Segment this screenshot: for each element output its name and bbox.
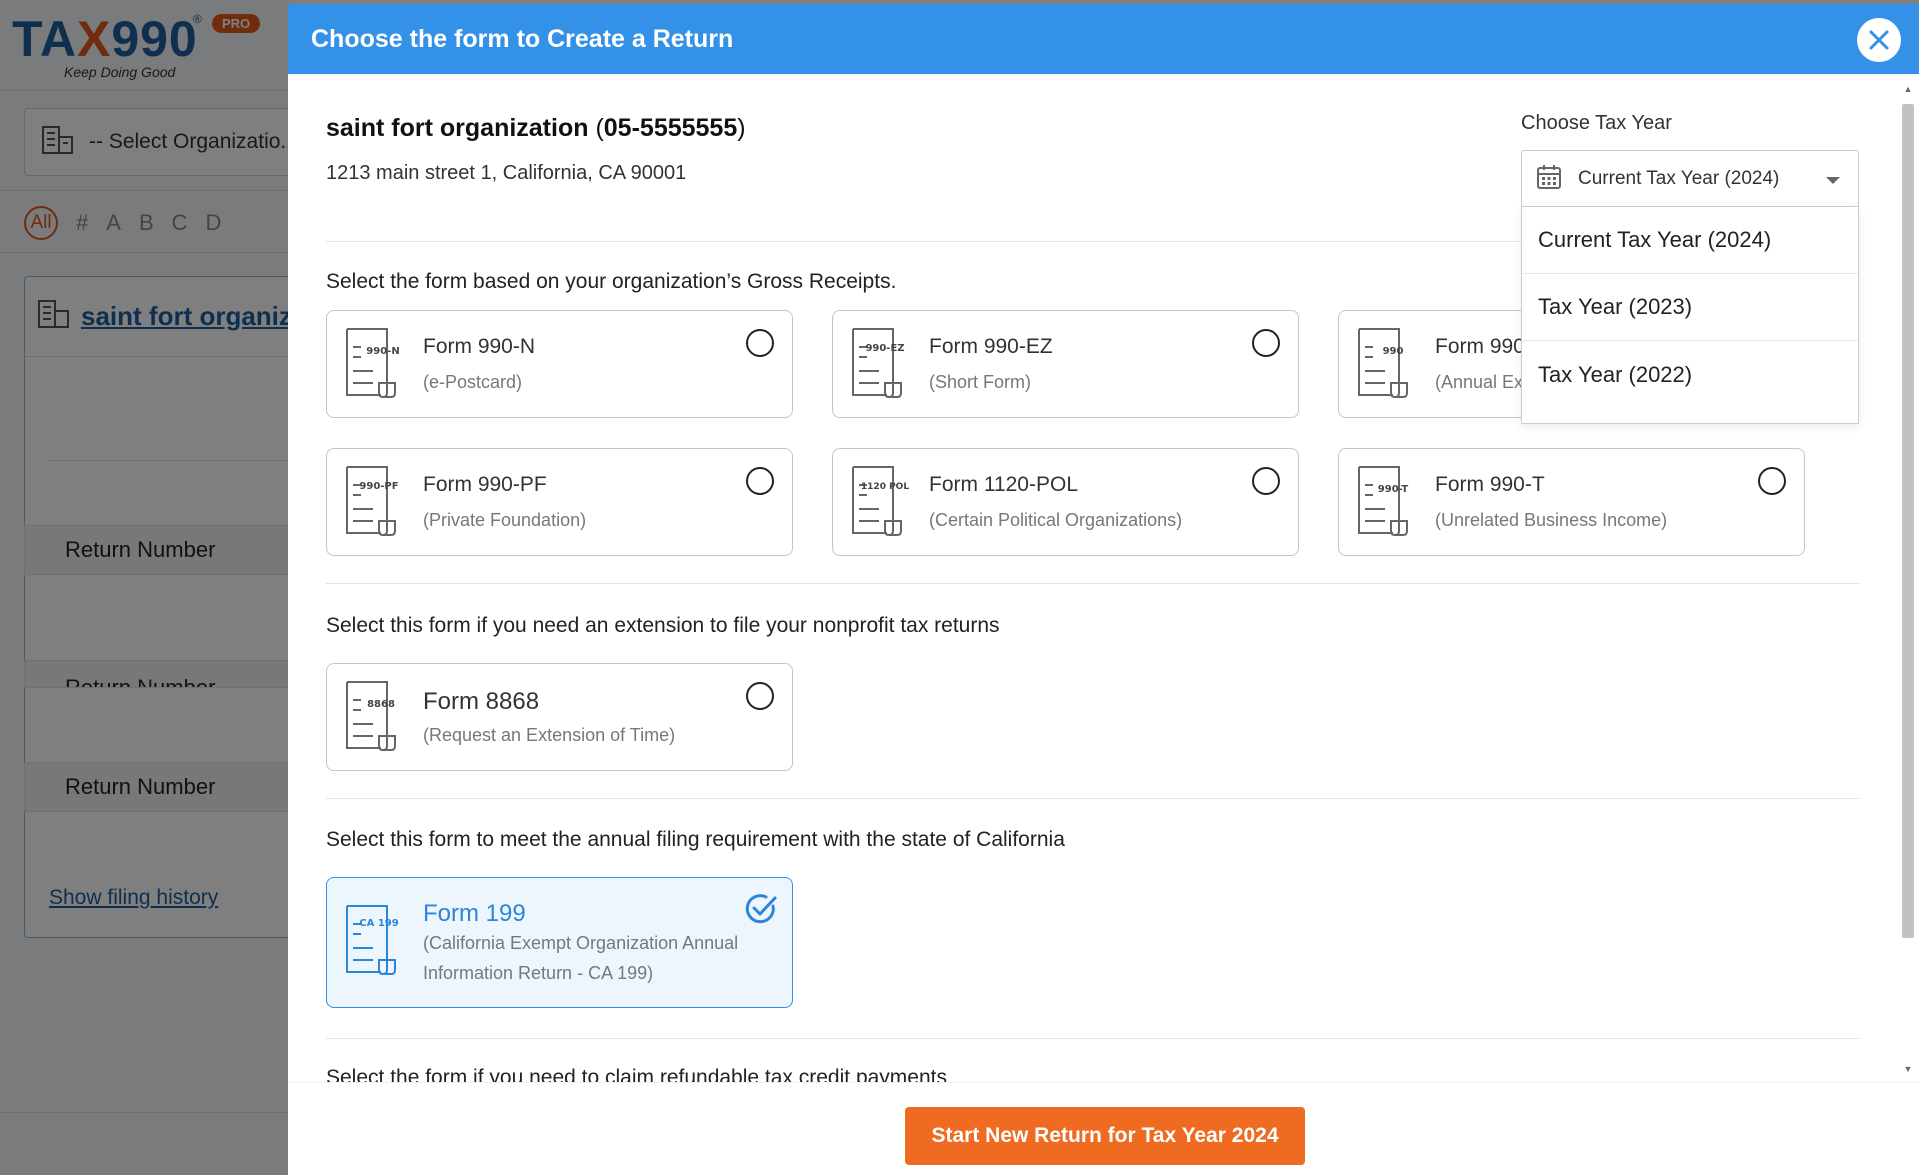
section-title-extension: Select this form if you need an extensio… (326, 614, 1000, 637)
calendar-icon (1536, 164, 1562, 195)
form-radio[interactable] (746, 467, 774, 495)
form-card-990t[interactable]: 990-T Form 990-T (Unrelated Business Inc… (1338, 448, 1805, 556)
svg-text:990-N: 990-N (366, 346, 399, 357)
choose-form-modal: Choose the form to Create a Return saint… (288, 4, 1919, 1175)
modal-title: Choose the form to Create a Return (311, 24, 734, 53)
form-description: (Request an Extension of Time) (423, 725, 676, 745)
modal-footer: Start New Return for Tax Year 2024 (288, 1082, 1919, 1175)
svg-text:990-PF: 990-PF (359, 481, 398, 492)
organization-address: 1213 main street 1, California, CA 90001 (326, 162, 687, 184)
close-button[interactable] (1857, 18, 1901, 62)
form-card-990ez[interactable]: 990-EZ Form 990-EZ (Short Form) (832, 310, 1299, 418)
close-icon (1869, 30, 1889, 50)
form-description: (California Exempt Organization Annual I… (423, 933, 739, 983)
tax-year-option-2022[interactable]: Tax Year (2022) (1522, 341, 1858, 408)
form-name: Form 990-PF (423, 473, 547, 496)
tax-year-option-2023[interactable]: Tax Year (2023) (1522, 274, 1858, 341)
section-title-gross-receipts: Select the form based on your organizati… (326, 270, 897, 293)
svg-text:990-T: 990-T (1378, 484, 1409, 495)
svg-text:CA 199: CA 199 (359, 918, 398, 929)
section-title-california: Select this form to meet the annual fili… (326, 828, 1065, 851)
form-name: Form 8868 (423, 688, 540, 715)
document-icon: 990-EZ (849, 327, 913, 404)
form-name: Form 990 (1435, 335, 1525, 358)
modal-body: saint fort organization (05-5555555) 121… (288, 74, 1919, 1082)
form-name: Form 1120-POL (929, 473, 1078, 496)
form-description: (Unrelated Business Income) (1435, 510, 1668, 530)
document-icon: 990 (1355, 327, 1419, 404)
form-name: Form 199 (423, 900, 526, 927)
svg-text:1120 POL: 1120 POL (861, 482, 909, 492)
section-divider (326, 1038, 1859, 1039)
form-radio[interactable] (1252, 329, 1280, 357)
form-radio[interactable] (746, 682, 774, 710)
section-divider (326, 798, 1859, 799)
caret-down-icon (1826, 177, 1840, 184)
document-icon: CA 199 (343, 904, 407, 981)
form-card-8868[interactable]: 8868 Form 8868 (Request an Extension of … (326, 663, 793, 771)
tax-year-option-2024[interactable]: Current Tax Year (2024) (1522, 207, 1858, 274)
form-description: (e-Postcard) (423, 372, 523, 392)
svg-text:8868: 8868 (367, 699, 395, 710)
section-divider (326, 583, 1859, 584)
document-icon: 990-PF (343, 465, 407, 542)
form-description: (Certain Political Organizations) (929, 510, 1183, 530)
document-icon: 1120 POL (849, 465, 913, 542)
tax-year-selected-value: Current Tax Year (2024) (1578, 168, 1780, 189)
document-icon: 990-T (1355, 465, 1419, 542)
section-title-refundable-credit: Select the form if you need to claim ref… (326, 1066, 947, 1082)
scroll-down-arrow[interactable]: ▼ (1903, 1064, 1913, 1074)
form-card-990pf[interactable]: 990-PF Form 990-PF (Private Foundation) (326, 448, 793, 556)
form-name: Form 990-T (1435, 473, 1545, 496)
form-radio[interactable] (1758, 467, 1786, 495)
form-radio[interactable] (1252, 467, 1280, 495)
modal-header: Choose the form to Create a Return (288, 4, 1919, 74)
scrollbar-thumb[interactable] (1902, 104, 1914, 938)
check-circle-icon[interactable] (744, 892, 778, 931)
form-card-ca199[interactable]: CA 199 Form 199 (California Exempt Organ… (326, 877, 793, 1008)
svg-text:990: 990 (1383, 346, 1404, 357)
tax-year-select[interactable]: Current Tax Year (2024) (1521, 150, 1859, 208)
form-description: (Short Form) (929, 372, 1032, 392)
document-icon: 8868 (343, 680, 407, 757)
form-radio[interactable] (746, 329, 774, 357)
tax-year-label: Choose Tax Year (1521, 112, 1672, 134)
form-name: Form 990-EZ (929, 335, 1053, 358)
modal-backdrop[interactable] (0, 0, 290, 1175)
scroll-up-arrow[interactable]: ▲ (1903, 84, 1913, 94)
form-card-990n[interactable]: 990-N Form 990-N (e-Postcard) (326, 310, 793, 418)
modal-scrollbar[interactable]: ▲ ▼ (1901, 84, 1915, 1074)
form-name: Form 990-N (423, 335, 536, 358)
svg-text:990-EZ: 990-EZ (865, 343, 904, 354)
start-new-return-button[interactable]: Start New Return for Tax Year 2024 (905, 1107, 1305, 1165)
organization-name: saint fort organization (05-5555555) (326, 114, 746, 142)
organization-ein: (05-5555555) (588, 114, 746, 142)
form-description: (Private Foundation) (423, 510, 587, 530)
tax-year-dropdown-menu: Current Tax Year (2024) Tax Year (2023) … (1521, 206, 1859, 424)
form-description: (Annual Exe (1435, 372, 1534, 392)
form-card-1120pol[interactable]: 1120 POL Form 1120-POL (Certain Politica… (832, 448, 1299, 556)
document-icon: 990-N (343, 327, 407, 404)
